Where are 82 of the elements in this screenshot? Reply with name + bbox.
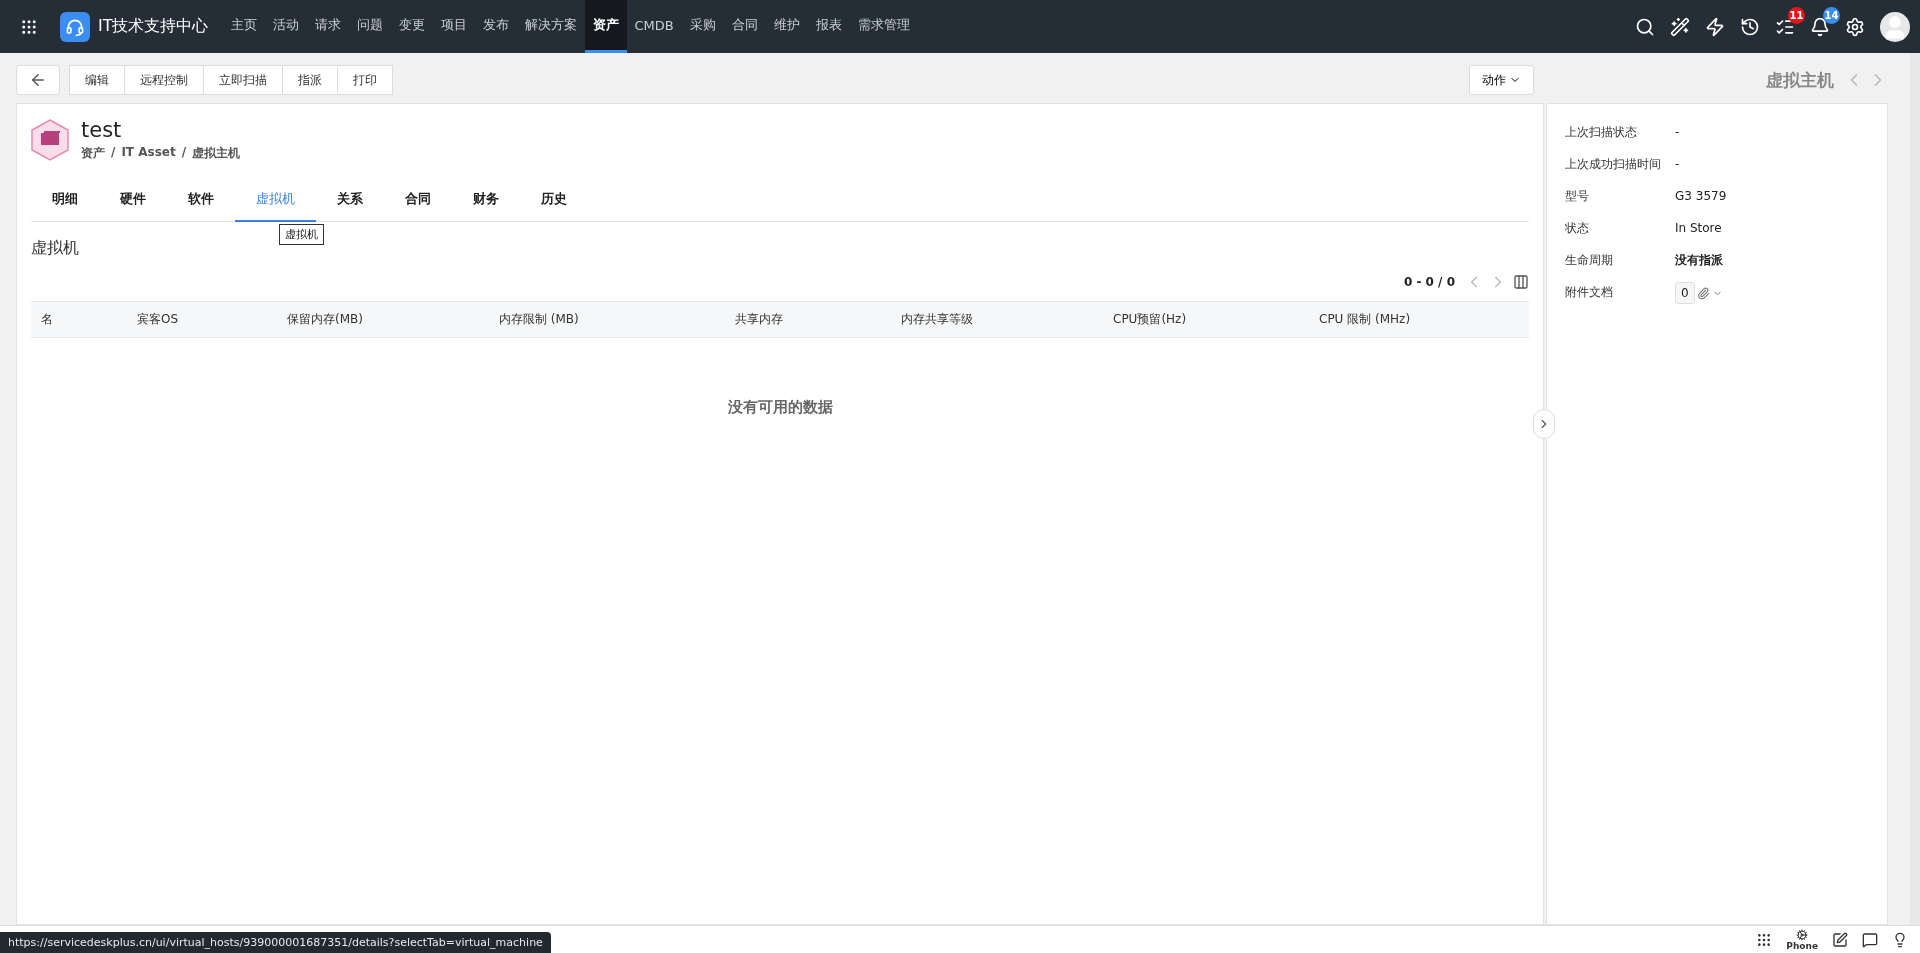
app-menu-icon[interactable] xyxy=(20,17,38,36)
nav-tab[interactable]: 主页 xyxy=(222,0,265,53)
property-label: 型号 xyxy=(1565,188,1590,205)
back-button[interactable] xyxy=(16,65,60,95)
column-header[interactable]: 宾客OS xyxy=(127,311,277,328)
nav-tab[interactable]: 活动 xyxy=(264,0,307,53)
property-value: In Store xyxy=(1675,220,1723,237)
nav-tab[interactable]: 发布 xyxy=(474,0,517,53)
attachment-count[interactable]: 0 xyxy=(1675,282,1695,304)
toolbar-button[interactable]: 远程控制 xyxy=(124,65,204,95)
property-value: G3 3579 xyxy=(1675,188,1728,205)
settings-icon[interactable] xyxy=(1845,16,1865,37)
breadcrumb-separator: / xyxy=(181,145,187,161)
property-label: 生命周期 xyxy=(1565,252,1614,269)
breadcrumb-separator: / xyxy=(111,145,116,161)
nav-tab[interactable]: CMDB xyxy=(626,0,682,53)
column-header[interactable]: CPU预留(Hz) xyxy=(1103,311,1309,328)
pagination-count: 0 - 0 / 0 xyxy=(1403,275,1455,289)
empty-message: 没有可用的数据 xyxy=(726,398,834,417)
expand-panel-handle[interactable] xyxy=(1533,409,1555,439)
breadcrumb-link[interactable]: 资产 xyxy=(81,145,105,162)
nav-tab[interactable]: 需求管理 xyxy=(849,0,918,53)
nav-tab[interactable]: 采购 xyxy=(681,0,724,53)
toolbar-button[interactable]: 指派 xyxy=(282,65,338,95)
column-header[interactable]: 共享内存 xyxy=(725,311,891,328)
actions-dropdown[interactable]: 动作 xyxy=(1469,65,1534,95)
task-count-badge: 11 xyxy=(1788,6,1805,24)
nav-tab[interactable]: 维护 xyxy=(765,0,808,53)
nav-tab[interactable]: 合同 xyxy=(723,0,766,53)
property-label: 上次成功扫描时间 xyxy=(1565,156,1662,173)
breadcrumb-link[interactable]: 虚拟主机 xyxy=(192,145,241,162)
detail-tab[interactable]: 硬件 xyxy=(99,180,167,222)
property-label: 状态 xyxy=(1565,220,1590,237)
nav-tab[interactable]: 报表 xyxy=(807,0,850,53)
nav-tab[interactable]: 资产 xyxy=(584,0,627,53)
gear-icon xyxy=(1796,928,1809,941)
scrollbar[interactable] xyxy=(1910,53,1920,925)
search-icon[interactable] xyxy=(1635,16,1655,37)
detail-tab[interactable]: 软件 xyxy=(167,180,235,222)
status-url: https://servicedeskplus.cn/ui/virtual_hosts/939000001687351/details?selectTab=virtual_machine xyxy=(0,932,551,953)
asset-name: test xyxy=(81,118,123,142)
notification-count-badge: 14 xyxy=(1823,6,1840,24)
nav-tab[interactable]: 问题 xyxy=(348,0,391,53)
breadcrumb-link[interactable]: IT Asset xyxy=(121,145,176,162)
paperclip-icon[interactable] xyxy=(1696,286,1710,300)
dialpad-icon[interactable] xyxy=(1756,931,1773,948)
chat-icon[interactable] xyxy=(1862,931,1878,948)
detail-tab[interactable]: 历史 xyxy=(520,180,588,222)
toolbar-button[interactable]: 编辑 xyxy=(69,65,125,95)
avatar[interactable] xyxy=(1880,11,1910,42)
toolbar-button[interactable]: 立即扫描 xyxy=(203,65,283,95)
column-header[interactable]: 内存共享等级 xyxy=(891,311,1103,328)
section-title: 虚拟机 xyxy=(31,238,80,259)
lightbulb-icon[interactable] xyxy=(1892,931,1908,948)
nav-tab[interactable]: 变更 xyxy=(390,0,433,53)
column-header[interactable]: 名 xyxy=(31,311,127,328)
record-type-title: 虚拟主机 xyxy=(1766,68,1834,92)
property-value: - xyxy=(1675,124,1681,141)
lightning-icon[interactable] xyxy=(1705,16,1725,37)
column-header[interactable]: CPU 限制 (MHz) xyxy=(1309,311,1529,328)
column-header[interactable]: 内存限制 (MB) xyxy=(489,311,725,328)
property-value: 没有指派 xyxy=(1675,252,1724,269)
detail-tab[interactable]: 合同 xyxy=(384,180,452,222)
headset-logo-icon xyxy=(60,11,90,42)
nav-tab[interactable]: 项目 xyxy=(432,0,475,53)
detail-tab[interactable]: 财务 xyxy=(452,180,520,222)
toolbar-button[interactable]: 打印 xyxy=(337,65,393,95)
history-icon[interactable] xyxy=(1740,16,1760,37)
app-title: IT技术支持中心 xyxy=(98,16,209,37)
property-value: - xyxy=(1675,156,1681,173)
magic-wand-icon[interactable] xyxy=(1670,16,1690,37)
tooltip: 虚拟机 xyxy=(279,224,324,245)
nav-tab[interactable]: 解决方案 xyxy=(516,0,585,53)
detail-tab[interactable]: 明细 xyxy=(31,180,99,222)
column-settings-icon[interactable] xyxy=(1513,274,1529,290)
nav-tab[interactable]: 请求 xyxy=(306,0,349,53)
property-label: 附件文档 xyxy=(1565,284,1614,301)
edit-icon[interactable] xyxy=(1832,931,1848,948)
property-label: 上次扫描状态 xyxy=(1565,124,1638,141)
phone-button[interactable]: Phone xyxy=(1786,928,1818,951)
monitor-hexagon-icon xyxy=(31,119,69,161)
column-header[interactable]: 保留内存(MB) xyxy=(277,311,489,328)
